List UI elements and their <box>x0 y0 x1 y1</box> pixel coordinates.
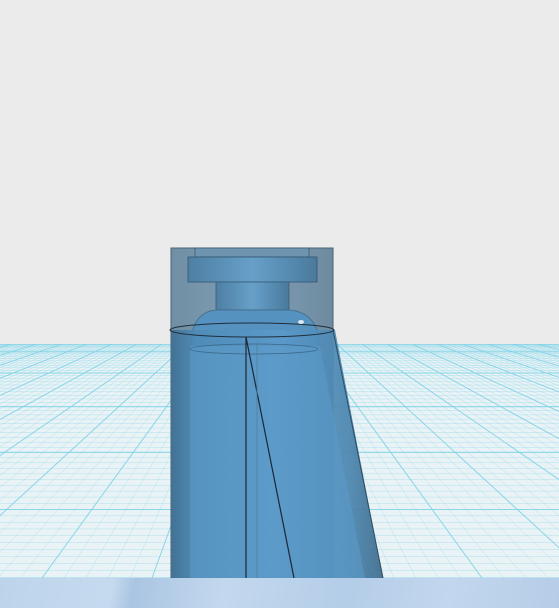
cap-flange <box>187 256 318 283</box>
specular-highlight <box>298 320 304 324</box>
scene-canvas[interactable] <box>0 0 559 578</box>
bottle-neck <box>215 281 290 311</box>
cap-rim <box>194 247 310 258</box>
3d-viewport[interactable] <box>0 0 559 578</box>
bottle-model-icon[interactable] <box>169 247 384 578</box>
bottom-toolbar <box>0 578 559 608</box>
